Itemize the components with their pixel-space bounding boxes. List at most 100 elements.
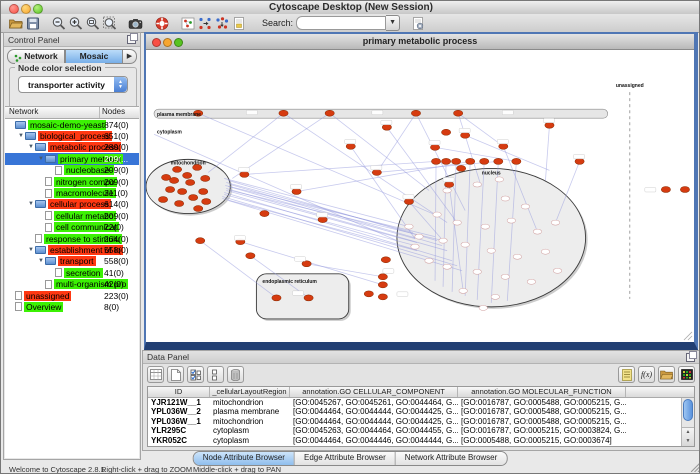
graph-node[interactable]: [495, 177, 503, 182]
graph-node[interactable]: [272, 295, 281, 301]
new-attribute-icon[interactable]: [167, 366, 184, 383]
tree-column-network[interactable]: Network: [5, 107, 99, 118]
tree-row-macromolecule[interactable]: macromolecule311(0): [5, 187, 139, 198]
graph-node[interactable]: [202, 199, 211, 205]
tab-mosaic[interactable]: Mosaic: [65, 49, 123, 64]
network-view-titlebar[interactable]: primary metabolic process: [146, 34, 694, 50]
table-row[interactable]: YPL036W__1mitochondrion[GO:0044464, GO:0…: [148, 417, 694, 426]
expander-icon[interactable]: ▼: [27, 201, 35, 207]
graph-node[interactable]: [533, 229, 541, 234]
column-id[interactable]: ID: [148, 387, 210, 397]
graph-node[interactable]: [165, 186, 174, 192]
open-session-icon[interactable]: [7, 15, 24, 31]
graph-node[interactable]: [196, 238, 205, 244]
table-row[interactable]: YLR295Ccytoplasm[GO:0045263, GO:0044464,…: [148, 426, 694, 435]
graph-node[interactable]: [479, 305, 487, 310]
graph-node[interactable]: [443, 188, 451, 193]
tree-row-cell-communicat[interactable]: cell communicat22(0): [5, 222, 139, 233]
graph-node[interactable]: [240, 171, 249, 177]
graph-node[interactable]: [494, 158, 503, 164]
tree-row-cellular-process[interactable]: ▼cellular process614(0): [5, 199, 139, 210]
tree-row-nucleobase-[interactable]: nucleobase-209(0): [5, 165, 139, 176]
formula-builder-icon[interactable]: f(x): [638, 366, 655, 383]
save-session-icon[interactable]: [24, 15, 41, 31]
graph-node[interactable]: [461, 132, 470, 138]
zoom-in-icon[interactable]: [67, 15, 84, 31]
help-lifesaver-icon[interactable]: [153, 15, 170, 31]
column-cellular-component[interactable]: annotation.GO CELLULAR_COMPONENT: [290, 387, 458, 397]
table-row[interactable]: YKR052Ccytoplasm[GO:0044464, GO:0044446,…: [148, 436, 694, 445]
graph-node[interactable]: [553, 268, 561, 273]
heatmap-icon[interactable]: [678, 366, 695, 383]
search-input[interactable]: [296, 16, 386, 30]
scroll-down-icon[interactable]: ▼: [682, 437, 694, 446]
graph-node[interactable]: [513, 254, 521, 259]
tree-row-nitrogen-compo[interactable]: nitrogen compo209(0): [5, 176, 139, 187]
window-resize-grip[interactable]: [691, 463, 700, 474]
graph-node[interactable]: [545, 122, 554, 128]
tree-row-unassigned[interactable]: unassigned223(0): [5, 290, 139, 301]
graph-node[interactable]: [444, 181, 453, 187]
graph-node[interactable]: [372, 169, 381, 175]
graph-node[interactable]: [512, 158, 521, 164]
graph-node[interactable]: [461, 242, 469, 247]
graph-node[interactable]: [452, 158, 461, 164]
tree-row-response-to-stimulu[interactable]: response to stimulu264(0): [5, 233, 139, 244]
graph-node[interactable]: [246, 253, 255, 259]
graph-node[interactable]: [521, 204, 529, 209]
graph-node[interactable]: [457, 165, 466, 171]
graph-node[interactable]: [501, 274, 509, 279]
tree-column-nodes[interactable]: Nodes: [99, 107, 139, 118]
graph-node[interactable]: [378, 274, 387, 280]
tree-row-primary-metabol[interactable]: ▼primary metabol209(...: [5, 153, 139, 164]
expander-icon[interactable]: ▼: [27, 144, 35, 150]
graph-node[interactable]: [318, 217, 327, 223]
graph-node[interactable]: [411, 244, 419, 249]
expander-icon[interactable]: ▼: [37, 258, 45, 264]
tree-row-transport[interactable]: ▼transport558(0): [5, 256, 139, 267]
table-row[interactable]: YPL036W__2plasma membrane[GO:0044464, GO…: [148, 407, 694, 416]
graph-node[interactable]: [433, 212, 441, 217]
scrollbar-thumb[interactable]: [683, 399, 693, 421]
graph-node[interactable]: [425, 258, 433, 263]
canvas-resize-grip[interactable]: [684, 332, 692, 340]
graph-node[interactable]: [346, 143, 355, 149]
graph-node[interactable]: [487, 248, 495, 253]
unselect-attributes-icon[interactable]: [207, 366, 224, 383]
session-settings-icon[interactable]: [409, 15, 426, 31]
graph-node[interactable]: [680, 186, 689, 192]
graph-node[interactable]: [189, 194, 198, 200]
network-tree-header[interactable]: Network Nodes: [5, 107, 139, 119]
expander-icon[interactable]: ▼: [37, 156, 45, 162]
graph-node[interactable]: [431, 158, 440, 164]
graph-node[interactable]: [415, 234, 423, 239]
graph-node[interactable]: [443, 264, 451, 269]
attribute-table-icon[interactable]: [147, 366, 164, 383]
graph-node[interactable]: [501, 196, 509, 201]
graph-node[interactable]: [158, 197, 167, 203]
graph-node[interactable]: [430, 144, 439, 150]
node-color-dropdown[interactable]: transporter activity ▲▼: [18, 76, 128, 93]
scroll-up-icon[interactable]: ▲: [682, 428, 694, 437]
graph-node[interactable]: [405, 224, 413, 229]
graph-node[interactable]: [364, 291, 373, 297]
graph-node[interactable]: [382, 124, 391, 130]
tree-row-multi-organism-pro[interactable]: multi-organism pro42(0): [5, 278, 139, 289]
graph-node[interactable]: [199, 188, 208, 194]
graph-node[interactable]: [172, 166, 181, 172]
graph-node[interactable]: [178, 188, 187, 194]
select-attributes-icon[interactable]: [187, 366, 204, 383]
network-view-window[interactable]: primary metabolic process plasma membran…: [144, 32, 698, 350]
tree-row-establishment-of-lo[interactable]: ▼establishment of lo558(0): [5, 244, 139, 255]
snapshot-camera-icon[interactable]: [127, 15, 144, 31]
graph-node[interactable]: [175, 201, 184, 207]
graph-node[interactable]: [411, 110, 420, 116]
graph-node[interactable]: [194, 206, 203, 212]
graph-node[interactable]: [473, 182, 481, 187]
delete-attribute-icon[interactable]: [227, 366, 244, 383]
table-row[interactable]: YJR121W__1mitochondrion[GO:0045267, GO:0…: [148, 398, 694, 407]
graph-node[interactable]: [499, 143, 508, 149]
graph-node[interactable]: [527, 279, 535, 284]
graph-node[interactable]: [439, 238, 447, 243]
tree-row-overview[interactable]: Overview8(0): [5, 301, 139, 312]
